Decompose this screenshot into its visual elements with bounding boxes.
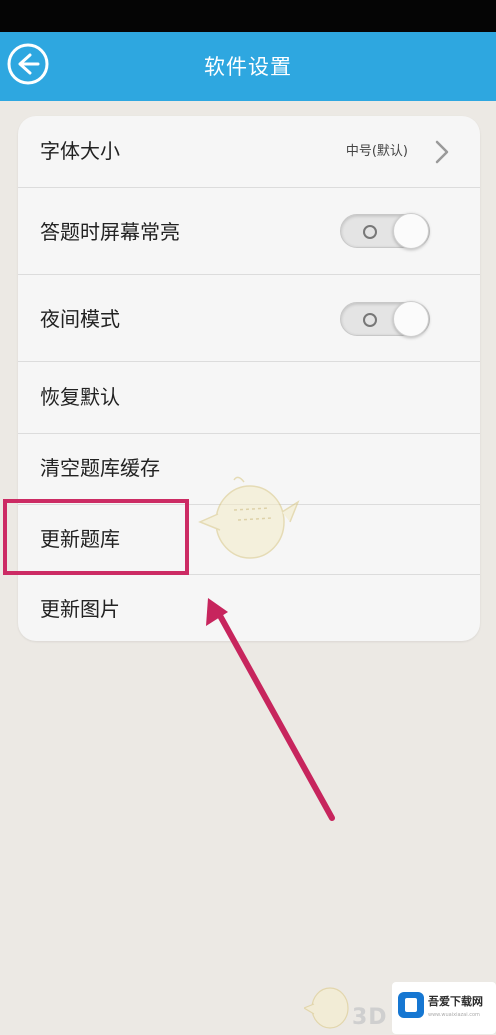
mascot-small-icon [304,987,349,1029]
settings-row-update-images[interactable]: 更新图片 [18,575,480,641]
font-size-label: 字体大小 [40,139,120,163]
settings-row-clear-cache[interactable]: 清空题库缓存 [18,434,480,505]
watermark-brand: 3D [352,1005,388,1030]
page-title: 软件设置 [204,55,292,79]
status-bar [0,0,496,32]
settings-row-update-question-bank[interactable]: 更新题库 [18,505,480,575]
watermark-badge: 吾爱下载网 www.wuaixiazai.com [392,982,496,1034]
restore-default-label: 恢复默认 [40,385,120,409]
font-size-value: 中号(默认) [345,144,408,159]
clear-cache-label: 清空题库缓存 [40,456,160,480]
settings-row-restore-default[interactable]: 恢复默认 [18,362,480,434]
settings-list: 字体大小 中号(默认) 答题时屏幕常亮 夜间模式 恢复默认 清空题库缓存 更新题… [18,116,480,641]
update-images-label: 更新图片 [40,597,120,621]
toggle-knob [393,301,429,337]
keep-screen-on-label: 答题时屏幕常亮 [40,220,180,244]
settings-row-night-mode: 夜间模式 [18,275,480,362]
update-question-bank-label: 更新题库 [40,527,120,551]
settings-row-keep-screen-on: 答题时屏幕常亮 [18,188,480,275]
watermark-site-name: 吾爱下载网 [428,995,483,1008]
settings-row-font-size[interactable]: 字体大小 中号(默认) [18,116,480,188]
toggle-knob [393,213,429,249]
toggle-off-indicator-icon [363,313,377,327]
app-header: 软件设置 [0,32,496,101]
night-mode-toggle[interactable] [340,301,430,337]
night-mode-label: 夜间模式 [40,307,120,331]
keep-screen-on-toggle[interactable] [340,213,430,249]
site-watermark: 3D 吾爱下载网 www.wuaixiazai.com [300,970,496,1035]
chevron-right-icon [435,140,449,164]
toggle-off-indicator-icon [363,225,377,239]
watermark-url: www.wuaixiazai.com [428,1012,480,1018]
site-logo-icon [398,992,424,1018]
